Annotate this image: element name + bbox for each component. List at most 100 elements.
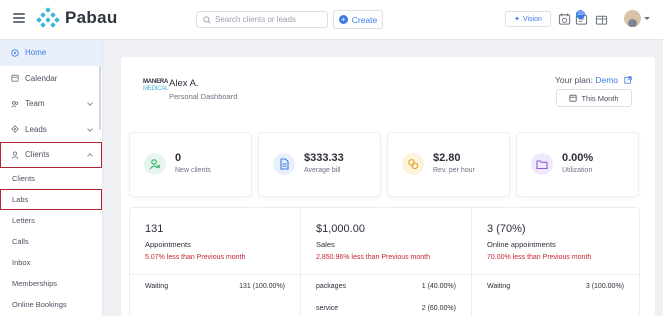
metric-value: $1,000.00: [316, 223, 365, 235]
vision-button[interactable]: ✦ Vision: [505, 11, 551, 27]
sidebar-subitem-online-bookings[interactable]: Online Bookings: [0, 294, 102, 315]
metric-appointments[interactable]: 131 Appointments 5.07% less than Previou…: [130, 208, 300, 316]
metric-row: packages 1 (40.00%): [316, 283, 456, 290]
create-button[interactable]: + Create: [333, 10, 383, 29]
metric-row-name: service: [316, 305, 339, 312]
search-placeholder: Search clients or leads: [215, 15, 296, 24]
document-icon: [273, 153, 295, 175]
sidebar-item-label: Home: [25, 48, 47, 58]
calendar-icon: [11, 74, 19, 82]
sidebar-item-label: Leads: [25, 124, 47, 134]
stat-value: $2.80: [433, 152, 461, 164]
calendar-icon: [569, 94, 578, 102]
period-selector[interactable]: This Month: [556, 89, 632, 107]
metric-change: 2,850.96% less than Previous month: [316, 254, 431, 261]
pabau-logo-icon: [36, 7, 60, 29]
chevron-up-icon: [87, 153, 93, 159]
metric-row: service 2 (60.00%): [316, 305, 456, 312]
metric-divider: [130, 274, 300, 275]
metric-row-name: packages: [316, 283, 346, 290]
new-clients-icon: [144, 153, 166, 175]
metric-row-value: 2 (60.00%): [421, 305, 456, 312]
sidebar-subitem-letters[interactable]: Letters: [0, 210, 102, 231]
sidebar-item-label: Clients: [25, 150, 50, 160]
chevron-down-icon: [87, 125, 93, 132]
metric-sales[interactable]: $1,000.00 Sales 2,850.96% less than Prev…: [300, 208, 471, 316]
sidebar-subitem-clients[interactable]: Clients: [0, 168, 102, 189]
app-logo[interactable]: Pabau: [36, 7, 118, 29]
clinic-logo: MANERA MEDICAL: [143, 79, 169, 95]
user-icon: [11, 151, 19, 159]
sidebar-subitem-memberships[interactable]: Memberships: [0, 273, 102, 294]
menu-icon[interactable]: [13, 13, 25, 23]
metric-label: Online appointments: [487, 240, 556, 249]
metric-change: 70.00% less than Previous month: [487, 254, 592, 261]
stat-card-utilization[interactable]: 0.00% Utilization: [517, 133, 638, 196]
plus-icon: +: [338, 15, 348, 24]
sidebar-subitem-label: Memberships: [12, 278, 58, 288]
stat-card-new-clients[interactable]: 0 New clients: [130, 133, 251, 196]
metric-online-appointments[interactable]: 3 (70%) Online appointments 70.00% less …: [471, 208, 639, 316]
top-bar: Pabau Search clients or leads + Create ✦…: [0, 0, 663, 40]
metric-row-value: 1 (40.00%): [421, 283, 456, 290]
period-label: This Month: [581, 93, 619, 103]
sidebar-subitem-label: Labs: [12, 194, 29, 204]
stat-label: New clients: [175, 167, 211, 174]
sidebar-item-home[interactable]: Home: [0, 40, 102, 66]
stat-value: 0: [175, 152, 182, 164]
leads-icon: [11, 125, 19, 134]
user-name: Alex A.: [169, 78, 199, 89]
metric-row-name: Waiting: [145, 283, 169, 290]
metric-row-value: 3 (100.00%): [585, 283, 624, 290]
clinic-logo-top: MANERA: [143, 79, 169, 85]
app-name: Pabau: [65, 8, 118, 27]
home-icon: [11, 49, 19, 57]
gift-icon[interactable]: [595, 12, 608, 26]
search-input[interactable]: Search clients or leads: [196, 11, 328, 28]
stat-label: Average bill: [304, 167, 341, 174]
sidebar-item-leads[interactable]: Leads: [0, 117, 102, 143]
notification-badge: 10: [576, 10, 585, 19]
dashboard-subtitle: Personal Dashboard: [169, 92, 238, 101]
metric-change: 5.07% less than Previous month: [145, 254, 246, 261]
vision-sparkle-icon: ✦: [514, 16, 520, 23]
sidebar-subitem-label: Clients: [12, 173, 35, 183]
stat-value: 0.00%: [562, 152, 594, 164]
metrics-panel: 131 Appointments 5.07% less than Previou…: [130, 208, 639, 316]
metric-row-value: 131 (100.00%): [239, 283, 285, 290]
clinic-logo-bottom: MEDICAL: [143, 86, 169, 92]
sidebar-subitem-label: Calls: [12, 236, 29, 246]
sidebar-item-team[interactable]: Team: [0, 91, 102, 117]
external-link-icon[interactable]: [624, 76, 632, 84]
plan-link[interactable]: Demo: [595, 75, 618, 85]
search-icon: [203, 15, 211, 24]
stat-value: $333.33: [304, 152, 344, 164]
create-label: Create: [351, 14, 378, 25]
sidebar-item-label: Team: [25, 99, 45, 109]
stat-card-average-bill[interactable]: $333.33 Average bill: [259, 133, 380, 196]
coins-icon: [402, 153, 424, 175]
plan-info: Your plan: Demo: [555, 75, 618, 85]
sidebar-item-clients[interactable]: Clients: [0, 142, 102, 168]
vision-label: Vision: [522, 15, 542, 23]
sidebar-item-calendar[interactable]: Calendar: [0, 66, 102, 92]
sidebar-subitem-labs[interactable]: Labs: [0, 189, 102, 210]
avatar[interactable]: [624, 10, 641, 27]
sidebar-subitem-calls[interactable]: Calls: [0, 231, 102, 252]
metric-value: 131: [145, 223, 164, 235]
sidebar: Home Calendar Team Leads Clients Clients…: [0, 40, 103, 316]
sidebar-subitem-label: Online Bookings: [12, 299, 67, 309]
stat-label: Utilization: [562, 167, 593, 174]
metric-row: Waiting 131 (100.00%): [145, 283, 285, 290]
team-icon: [11, 100, 19, 108]
stat-label: Rev. per hour: [433, 167, 475, 174]
chevron-down-icon: [87, 100, 93, 106]
plan-label: Your plan:: [555, 75, 593, 85]
stat-card-rev-per-hour[interactable]: $2.80 Rev. per hour: [388, 133, 509, 196]
sidebar-subitem-label: Inbox: [12, 257, 31, 267]
folder-icon: [531, 153, 553, 175]
chevron-down-icon[interactable]: [644, 17, 650, 20]
sidebar-subitem-inbox[interactable]: Inbox: [0, 252, 102, 273]
calendar-clock-icon[interactable]: [558, 12, 571, 26]
metric-divider: [472, 274, 639, 275]
